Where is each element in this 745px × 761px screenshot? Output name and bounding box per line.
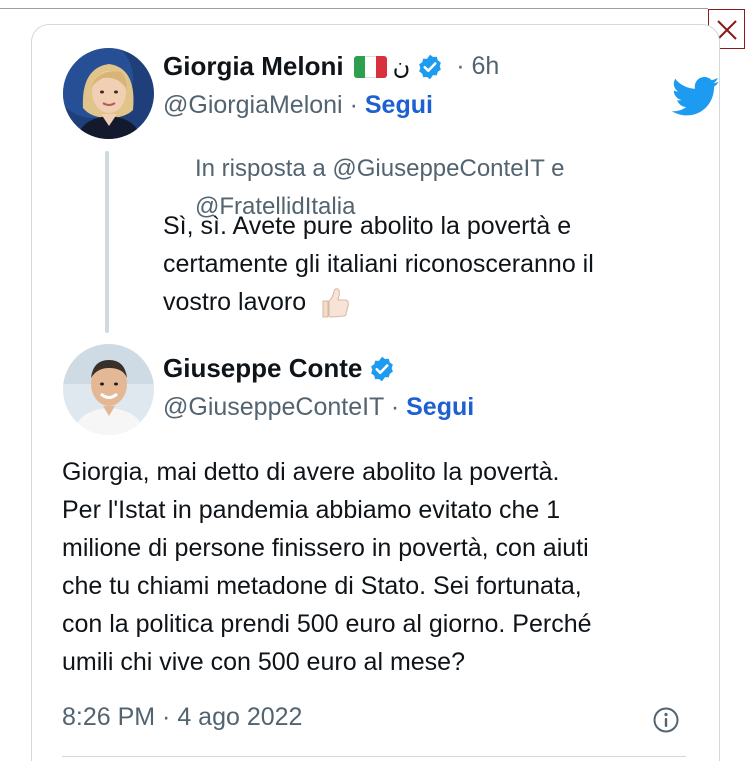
meloni-avatar[interactable] [63,48,154,139]
twitter-bird-icon[interactable] [672,77,720,117]
meloni-display-name[interactable]: Giorgia Meloni [163,51,344,82]
conte-text-line: che tu chiami metadone di Stato. Sei for… [62,572,582,600]
meloni-follow-button[interactable]: Segui [365,91,433,119]
meloni-text-line-last: vostro lavoro [163,283,594,321]
info-icon[interactable] [652,706,680,734]
meloni-dot: · [456,52,465,80]
meloni-handle-row: @GiorgiaMeloni · Segui [163,91,433,119]
footer-divider [62,756,686,757]
conte-tweet-text: Giorgia, mai detto di avere abolito la p… [62,453,592,681]
meloni-text-line: vostro lavoro [163,288,307,316]
conte-avatar[interactable] [63,344,154,435]
meloni-name-row: Giorgia Meloni ن · 6h [163,51,499,82]
window-top-border [0,8,708,9]
meloni-text-line: certamente gli italiani riconosceranno i… [163,250,594,278]
meloni-text-line: Sì, sì. Avete pure abolito la povertà e [163,212,572,240]
conte-text-line: Per l'Istat in pandemia abbiamo evitato … [62,496,561,524]
conte-handle[interactable]: @GiuseppeConteIT [163,393,384,421]
arabic-char: ن [392,53,411,80]
meloni-handle[interactable]: @GiorgiaMeloni [163,91,343,119]
meloni-time[interactable]: 6h [471,52,499,80]
conte-display-name[interactable]: Giuseppe Conte [163,353,362,384]
conte-text-line: con la politica prendi 500 euro al giorn… [62,610,592,638]
conte-text-line: umili chi vive con 500 euro al mese? [62,648,465,676]
conte-handle-row: @GiuseppeConteIT · Segui [163,393,475,421]
conte-text-line: milione di persone finissero in povertà,… [62,534,589,562]
meloni-avatar-image [63,48,154,139]
verified-badge-icon [371,356,394,381]
reply-line-1: In risposta a @GiuseppeConteIT e [195,155,565,182]
conte-follow-button[interactable]: Segui [406,393,474,421]
conte-text-line: Giorgia, mai detto di avere abolito la p… [62,458,560,486]
tweet-card[interactable]: Giorgia Meloni ن · 6h @GiorgiaMeloni · S… [31,24,720,761]
thread-connector [105,151,109,333]
verified-badge-icon [419,54,442,79]
conte-name-row: Giuseppe Conte [163,353,396,384]
italy-flag-icon [353,55,387,78]
tweet-timestamp[interactable]: 8:26 PM · 4 ago 2022 [62,703,302,732]
thumbs-up-icon [322,288,349,318]
conte-avatar-image [63,344,154,435]
meloni-tweet-text: Sì, sì. Avete pure abolito la povertà e … [163,207,594,321]
